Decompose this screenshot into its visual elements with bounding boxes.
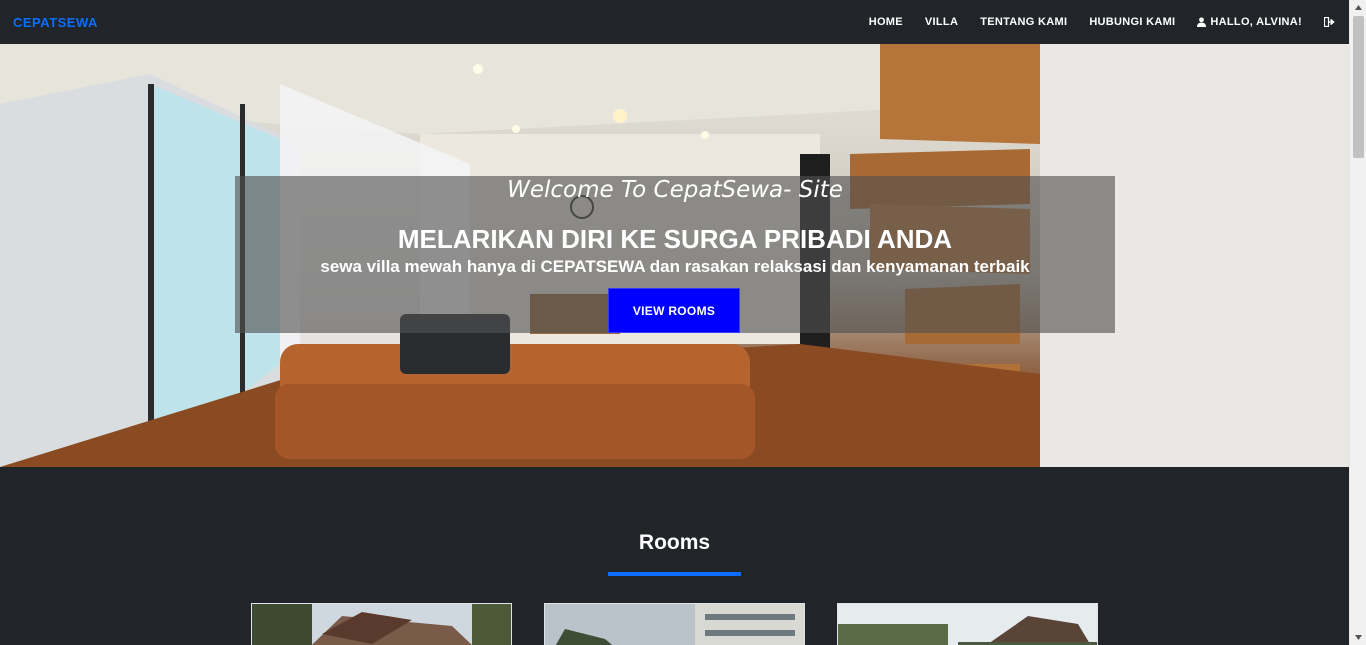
nav-tentang-kami[interactable]: TENTANG KAMI bbox=[980, 16, 1067, 28]
nav-hubungi-kami[interactable]: HUBUNGI KAMI bbox=[1089, 16, 1175, 28]
rooms-heading: Rooms bbox=[638, 531, 711, 554]
room-card-2[interactable] bbox=[544, 603, 805, 645]
nav-links: HOME VILLA TENTANG KAMI HUBUNGI KAMI HAL… bbox=[847, 16, 1335, 28]
scroll-down-arrow-icon[interactable] bbox=[1350, 630, 1366, 645]
hero-caption-box: Welcome To CepatSewa- Site MELARIKAN DIR… bbox=[235, 176, 1115, 333]
nav-villa[interactable]: VILLA bbox=[925, 16, 958, 28]
room-card-1-image bbox=[252, 604, 511, 645]
nav-user-profile[interactable]: HALLO, ALVINA! bbox=[1197, 16, 1302, 28]
nav-home[interactable]: HOME bbox=[869, 16, 903, 28]
user-greeting: HALLO, ALVINA! bbox=[1210, 16, 1302, 28]
room-card-2-image bbox=[545, 604, 804, 645]
room-card-3-image bbox=[838, 604, 1097, 645]
hero-title: MELARIKAN DIRI KE SURGA PRIBADI ANDA bbox=[397, 224, 953, 254]
scrollbar-thumb[interactable] bbox=[1353, 16, 1364, 158]
hero-subtitle: sewa villa mewah hanya di CEPATSEWA dan … bbox=[320, 257, 1030, 276]
user-icon bbox=[1197, 17, 1207, 27]
room-card-3[interactable] bbox=[837, 603, 1098, 645]
page-scrollbar[interactable] bbox=[1349, 0, 1366, 645]
hero-section: Welcome To CepatSewa- Site MELARIKAN DIR… bbox=[0, 44, 1349, 467]
room-card-1[interactable] bbox=[251, 603, 512, 645]
scroll-up-arrow-icon[interactable] bbox=[1350, 0, 1366, 15]
navbar: CEPATSEWA HOME VILLA TENTANG KAMI HUBUNG… bbox=[0, 0, 1349, 44]
view-rooms-button[interactable]: VIEW ROOMS bbox=[608, 288, 740, 333]
logout-icon[interactable] bbox=[1324, 17, 1335, 27]
rooms-heading-underline bbox=[608, 572, 741, 576]
brand-logo[interactable]: CEPATSEWA bbox=[13, 15, 98, 30]
hero-welcome-text: Welcome To CepatSewa- Site bbox=[507, 177, 843, 203]
